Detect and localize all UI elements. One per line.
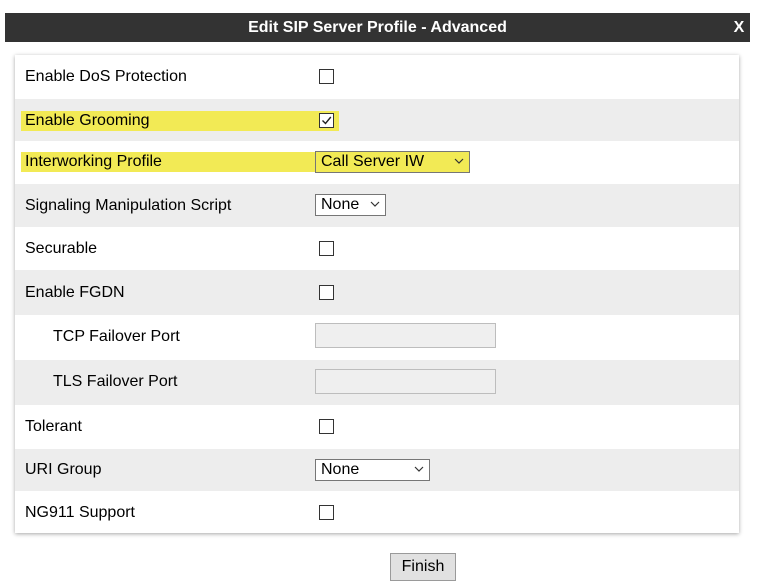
row-interworking-profile: Interworking Profile Call Server IW [15, 141, 739, 184]
row-enable-dos-protection: Enable DoS Protection [15, 55, 739, 99]
enable-grooming-label: Enable Grooming [25, 112, 150, 129]
ng911-support-label: NG911 Support [25, 504, 135, 521]
securable-checkbox[interactable] [319, 241, 334, 256]
tls-failover-port-label: TLS Failover Port [53, 373, 178, 390]
ng911-support-checkbox[interactable] [319, 505, 334, 520]
signaling-manipulation-script-label: Signaling Manipulation Script [25, 197, 232, 214]
tcp-failover-port-input[interactable] [315, 323, 496, 348]
row-tolerant: Tolerant [15, 405, 739, 449]
tolerant-checkbox[interactable] [319, 419, 334, 434]
enable-fgdn-label: Enable FGDN [25, 284, 125, 301]
row-enable-grooming: Enable Grooming [15, 99, 739, 141]
enable-dos-protection-checkbox[interactable] [319, 69, 334, 84]
dialog-title: Edit SIP Server Profile - Advanced [248, 19, 507, 36]
signaling-manipulation-script-value: None [321, 196, 360, 213]
row-enable-fgdn: Enable FGDN [15, 270, 739, 315]
tls-failover-port-input[interactable] [315, 369, 496, 394]
interworking-profile-label: Interworking Profile [25, 153, 162, 170]
row-tcp-failover-port: TCP Failover Port [15, 315, 739, 360]
enable-dos-protection-label: Enable DoS Protection [25, 68, 187, 85]
row-securable: Securable [15, 227, 739, 270]
row-ng911-support: NG911 Support [15, 491, 739, 533]
securable-label: Securable [25, 240, 98, 257]
tcp-failover-port-label: TCP Failover Port [53, 328, 180, 345]
uri-group-label: URI Group [25, 461, 102, 478]
enable-grooming-checkbox[interactable] [319, 113, 334, 128]
row-uri-group: URI Group None [15, 449, 739, 491]
row-signaling-manipulation-script: Signaling Manipulation Script None [15, 184, 739, 227]
uri-group-value: None [321, 461, 360, 478]
signaling-manipulation-script-select[interactable]: None [315, 194, 386, 216]
finish-button[interactable]: Finish [390, 553, 456, 581]
chevron-down-icon [414, 466, 424, 472]
chevron-down-icon [454, 158, 464, 164]
checkmark-icon [322, 116, 332, 125]
dialog-titlebar: Edit SIP Server Profile - Advanced X [5, 13, 750, 42]
tolerant-label: Tolerant [25, 418, 82, 435]
enable-fgdn-checkbox[interactable] [319, 285, 334, 300]
uri-group-select[interactable]: None [315, 459, 430, 481]
interworking-profile-select[interactable]: Call Server IW [315, 151, 470, 173]
chevron-down-icon [370, 201, 380, 207]
interworking-profile-value: Call Server IW [321, 153, 425, 170]
row-tls-failover-port: TLS Failover Port [15, 360, 739, 405]
settings-panel: Enable DoS Protection Enable Grooming In… [15, 55, 739, 533]
close-button[interactable]: X [732, 13, 746, 42]
